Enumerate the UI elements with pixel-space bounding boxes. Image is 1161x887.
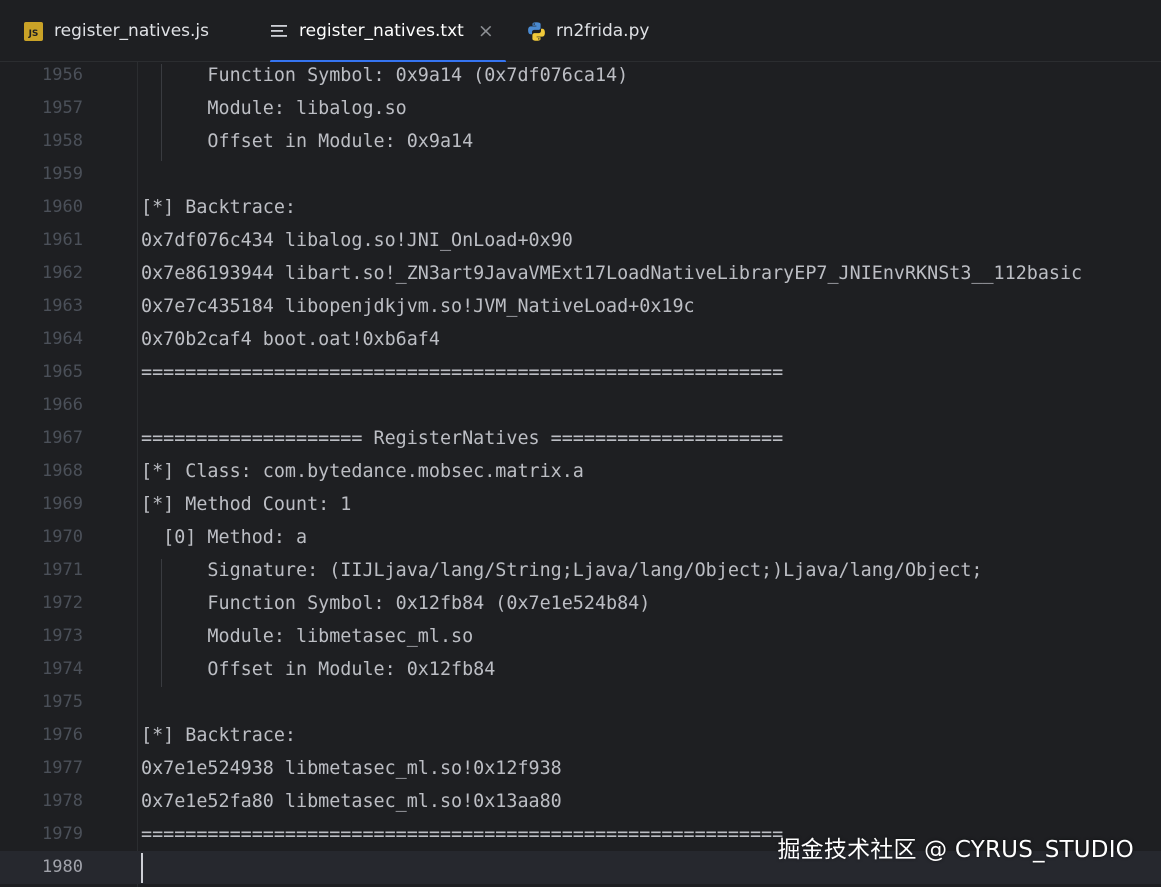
code-text: 0x70b2caf4 boot.oat!0xb6af4 [141,329,440,350]
watermark: 掘金技术社区 @ CYRUS_STUDIO [777,837,1134,863]
editor-tab-bar: JS register_natives.js register_natives.… [0,0,1161,63]
text-file-icon [270,23,288,39]
line-number: 1971 [42,560,83,580]
js-file-icon: JS [24,21,43,41]
line-number: 1973 [42,626,83,646]
code-text: 0x7e1e524938 libmetasec_ml.so!0x12f938 [141,758,562,779]
line-number: 1975 [42,692,83,712]
line-number: 1970 [42,527,83,547]
code-line[interactable]: 1958 Offset in Module: 0x9a14 [0,125,1161,158]
code-text: [*] Class: com.bytedance.mobsec.matrix.a [141,461,584,482]
code-line[interactable]: 1973 Module: libmetasec_ml.so [0,620,1161,653]
close-tab-icon[interactable]: × [478,21,494,41]
code-text: Module: libalog.so [141,98,407,119]
indent-guide [161,559,162,687]
line-number: 1968 [42,461,83,481]
tab-register-natives-js[interactable]: JS register_natives.js [24,0,209,62]
line-number: 1958 [42,131,83,151]
line-number: 1969 [42,494,83,514]
code-line[interactable]: 1974 Offset in Module: 0x12fb84 [0,653,1161,686]
code-text: [0] Method: a [141,527,308,548]
code-line[interactable]: 1968 [*] Class: com.bytedance.mobsec.matr… [0,455,1161,488]
code-line[interactable]: 1956 Function Symbol: 0x9a14 (0x7df076ca… [0,62,1161,92]
code-text: ========================================… [141,362,784,383]
code-text: Function Symbol: 0x9a14 (0x7df076ca14) [141,65,629,86]
line-number: 1978 [42,791,83,811]
text-caret [141,853,143,883]
code-line[interactable]: 1976 [*] Backtrace: [0,719,1161,752]
line-number: 1966 [42,395,83,415]
code-text: [*] Backtrace: [141,725,297,746]
tab-label: register_natives.js [54,21,210,41]
tab-label: rn2frida.py [556,21,650,41]
line-number: 1961 [42,230,83,250]
code-text: 0x7e86193944 libart.so!_ZN3art9JavaVMExt… [141,263,1083,284]
line-number: 1974 [42,659,83,679]
line-number: 1980 [42,857,83,877]
code-line[interactable]: 1959 [0,158,1161,191]
code-line[interactable]: 1978 0x7e1e52fa80 libmetasec_ml.so!0x13aa… [0,785,1161,818]
code-text: Offset in Module: 0x9a14 [141,131,474,152]
code-line[interactable]: 1962 0x7e86193944 libart.so!_ZN3art9JavaV… [0,257,1161,290]
line-number: 1963 [42,296,83,316]
code-text: 0x7e7c435184 libopenjdkjvm.so!JVM_Native… [141,296,695,317]
code-line[interactable]: 1960 [*] Backtrace: [0,191,1161,224]
line-number: 1960 [42,197,83,217]
line-number: 1957 [42,98,83,118]
code-text: [*] Method Count: 1 [141,494,352,515]
code-line[interactable]: 1964 0x70b2caf4 boot.oat!0xb6af4 [0,323,1161,356]
code-text: Module: libmetasec_ml.so [141,626,474,647]
code-text: Signature: (IIJLjava/lang/String;Ljava/l… [141,560,983,581]
indent-guide [161,64,162,161]
code-text: Offset in Module: 0x12fb84 [141,659,496,680]
code-text: ==================== RegisterNatives ===… [141,428,784,449]
code-editor[interactable]: 1956 Function Symbol: 0x9a14 (0x7df076ca… [0,62,1161,887]
code-line[interactable]: 1966 [0,389,1161,422]
line-number: 1964 [42,329,83,349]
code-text: 0x7e1e52fa80 libmetasec_ml.so!0x13aa80 [141,791,562,812]
line-number: 1965 [42,362,83,382]
code-line[interactable]: 1972 Function Symbol: 0x12fb84 (0x7e1e52… [0,587,1161,620]
line-number: 1956 [42,65,83,85]
code-line[interactable]: 1970 [0] Method: a [0,521,1161,554]
line-number: 1959 [42,164,83,184]
code-line[interactable]: 1977 0x7e1e524938 libmetasec_ml.so!0x12f9… [0,752,1161,785]
code-line[interactable]: 1969 [*] Method Count: 1 [0,488,1161,521]
tab-rn2frida-py[interactable]: rn2frida.py [526,0,649,62]
line-number: 1962 [42,263,83,283]
tab-register-natives-txt[interactable]: register_natives.txt × [270,0,506,63]
code-text: Function Symbol: 0x12fb84 (0x7e1e524b84) [141,593,651,614]
code-line[interactable]: 1965 ====================================… [0,356,1161,389]
code-line[interactable]: 1963 0x7e7c435184 libopenjdkjvm.so!JVM_Na… [0,290,1161,323]
code-text: ========================================… [141,824,784,845]
tab-label: register_natives.txt [299,21,464,41]
line-number: 1972 [42,593,83,613]
line-number: 1976 [42,725,83,745]
python-file-icon [526,21,547,42]
code-line[interactable]: 1967 ==================== RegisterNatives… [0,422,1161,455]
code-line[interactable]: 1957 Module: libalog.so [0,92,1161,125]
code-line[interactable]: 1961 0x7df076c434 libalog.so!JNI_OnLoad+0… [0,224,1161,257]
line-number: 1979 [42,824,83,844]
code-text: [*] Backtrace: [141,197,297,218]
line-number: 1967 [42,428,83,448]
line-number: 1977 [42,758,83,778]
code-line[interactable]: 1975 [0,686,1161,719]
code-line[interactable]: 1971 Signature: (IIJLjava/lang/String;Lj… [0,554,1161,587]
code-text: 0x7df076c434 libalog.so!JNI_OnLoad+0x90 [141,230,573,251]
